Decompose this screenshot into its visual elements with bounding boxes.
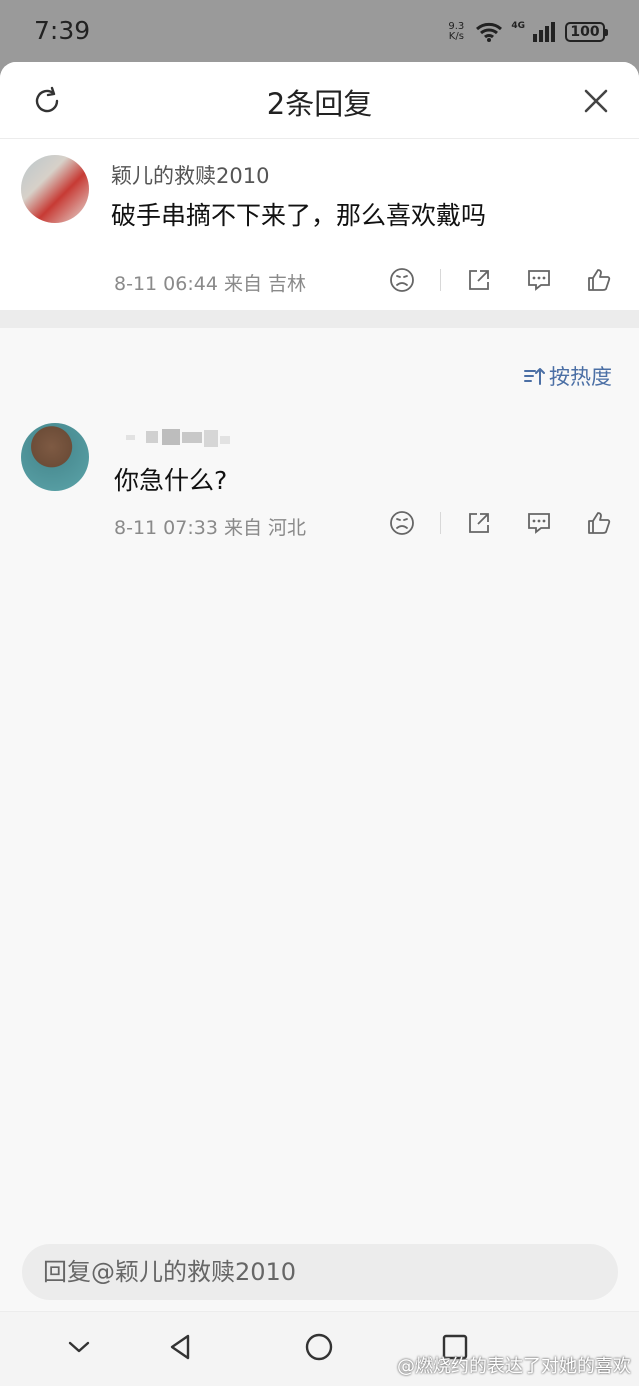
comment-icon[interactable] [525,266,553,294]
action-divider [440,512,441,534]
action-divider [440,269,441,291]
network-type: 4G [511,21,525,31]
wifi-icon [475,21,503,43]
close-icon[interactable] [581,86,611,116]
comment-meta: 8-11 06:44 来自 吉林 [114,273,306,295]
share-icon[interactable] [465,509,493,537]
comment-username[interactable]: 颖儿的救赎2010 [111,160,269,190]
avatar[interactable] [21,423,89,491]
like-icon[interactable] [585,266,613,294]
comment-icon[interactable] [525,509,553,537]
dislike-face-icon[interactable] [388,509,416,537]
reply-sheet: 2条回复 颖儿的救赎2010 破手串摘不下来了，那么喜欢戴吗 8-11 06:4… [0,62,639,1386]
status-bar: 7:39 9.3 K/s 4G 100 [0,0,639,62]
page-title: 2条回复 [266,87,373,121]
status-icons: 9.3 K/s 4G 100 [445,18,608,46]
sheet-header: 2条回复 [0,62,639,139]
screen: 7:39 9.3 K/s 4G 100 2条回复 颖儿的救赎2010 破手串摘不… [0,0,639,1386]
network-speed: 9.3 K/s [445,22,467,42]
share-icon[interactable] [465,266,493,294]
dislike-face-icon[interactable] [388,266,416,294]
masked-username [116,423,256,451]
status-time: 7:39 [34,16,91,45]
reply-text: 你急什么? [114,466,228,495]
like-icon[interactable] [585,509,613,537]
home-icon[interactable] [302,1330,336,1364]
network-speed-unit: K/s [448,31,464,42]
sort-label: 按热度 [549,365,612,389]
watermark: @燃烧约的表达了对她的喜欢 [397,1356,631,1377]
chevron-down-icon[interactable] [62,1330,96,1364]
comment-actions [388,266,613,294]
navigation-bar: @燃烧约的表达了对她的喜欢 [0,1311,639,1386]
avatar[interactable] [21,155,89,223]
reply-meta: 8-11 07:33 来自 河北 [114,517,306,539]
signal-icon [533,22,557,42]
main-comment: 颖儿的救赎2010 破手串摘不下来了，那么喜欢戴吗 8-11 06:44 来自 … [0,139,639,310]
battery-icon: 100 [565,22,608,42]
reply-input[interactable]: 回复@颖儿的救赎2010 [22,1244,618,1300]
back-icon[interactable] [164,1330,198,1364]
section-divider [0,310,639,328]
sort-icon [524,368,545,385]
sort-button[interactable]: 按热度 [523,361,612,391]
replies-section: 按热度 你急什么? 8-11 07:33 来自 河北 [0,328,639,1328]
comment-text: 破手串摘不下来了，那么喜欢戴吗 [111,201,487,230]
reply-actions [388,509,613,537]
